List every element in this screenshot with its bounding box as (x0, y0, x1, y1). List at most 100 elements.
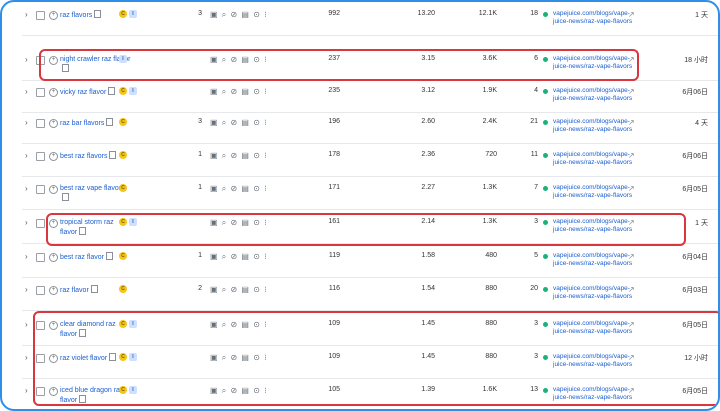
serp-doc-icon[interactable] (109, 353, 117, 361)
row-checkbox[interactable] (36, 219, 45, 228)
external-link-icon[interactable]: ↗ (628, 118, 635, 127)
cpc-value: 880 (485, 353, 497, 360)
external-link-icon[interactable]: ↗ (628, 353, 635, 362)
status-dot (543, 89, 548, 94)
expand-chevron-icon[interactable]: › (25, 118, 28, 127)
row-checkbox[interactable] (36, 119, 45, 128)
add-keyword-icon[interactable]: + (49, 119, 58, 128)
add-keyword-icon[interactable]: + (49, 219, 58, 228)
table-row[interactable]: › + raz flavors C I 3 ▣ ⌕ ⊘ ▤ ⊙ ⁝ 992 13.20 12.1K… (22, 2, 718, 36)
ranking-url-link[interactable]: vapejuice.com/blogs/vape-juice-news/raz-… (553, 55, 635, 71)
serp-doc-icon[interactable] (62, 64, 69, 72)
ranking-url-link[interactable]: vapejuice.com/blogs/vape-juice-news/raz-… (553, 87, 635, 103)
serp-doc-icon[interactable] (79, 227, 87, 235)
updated-time: 6月03日 (682, 287, 708, 294)
ranking-url-link[interactable]: vapejuice.com/blogs/vape-juice-news/raz-… (553, 285, 635, 301)
add-keyword-icon[interactable]: + (49, 152, 58, 161)
table-row[interactable]: › + clear diamond raz flavor C I ▣ ⌕ ⊘ ▤ ⊙ ⁝ 1… (22, 312, 718, 346)
row-checkbox[interactable] (36, 152, 45, 161)
row-checkbox[interactable] (36, 253, 45, 262)
row-checkbox[interactable] (36, 286, 45, 295)
table-row[interactable]: › + iced blue dragon raz flavor C I ▣ ⌕ ⊘ ▤ ⊙… (22, 378, 718, 409)
external-link-icon[interactable]: ↗ (628, 151, 635, 160)
serp-doc-icon[interactable] (79, 395, 87, 403)
keyword-text: clear diamond raz flavor (60, 321, 116, 338)
table-row[interactable]: › + raz flavor C 2 ▣ ⌕ ⊘ ▤ ⊙ ⁝ 116 1.54 880 20 vap… (22, 277, 718, 311)
external-link-icon[interactable]: ↗ (628, 10, 635, 19)
status-dot (543, 186, 548, 191)
ranking-url-link[interactable]: vapejuice.com/blogs/vape-juice-news/raz-… (553, 386, 635, 402)
add-keyword-icon[interactable]: + (49, 56, 58, 65)
row-checkbox[interactable] (36, 321, 45, 330)
rank-value: 3 (534, 353, 538, 360)
expand-chevron-icon[interactable]: › (25, 55, 28, 64)
ranking-url-link[interactable]: vapejuice.com/blogs/vape-juice-news/raz-… (553, 252, 635, 268)
expand-chevron-icon[interactable]: › (25, 320, 28, 329)
serp-doc-icon[interactable] (105, 252, 113, 260)
serp-doc-icon[interactable] (79, 329, 87, 337)
intent-informational-badge: I (129, 353, 137, 361)
expand-chevron-icon[interactable]: › (25, 252, 28, 261)
external-link-icon[interactable]: ↗ (628, 218, 635, 227)
table-row[interactable]: › + vicky raz flavor C I ▣ ⌕ ⊘ ▤ ⊙ ⁝ 235 3.12 1.… (22, 79, 718, 113)
add-keyword-icon[interactable]: + (49, 88, 58, 97)
expand-chevron-icon[interactable]: › (25, 386, 28, 395)
row-checkbox[interactable] (36, 387, 45, 396)
expand-chevron-icon[interactable]: › (25, 285, 28, 294)
table-row[interactable]: › + best raz flavor C 1 ▣ ⌕ ⊘ ▤ ⊙ ⁝ 119 1.58 480… (22, 244, 718, 278)
serp-doc-icon[interactable] (108, 87, 116, 95)
external-link-icon[interactable]: ↗ (628, 285, 635, 294)
expand-chevron-icon[interactable]: › (25, 218, 28, 227)
serp-doc-icon[interactable] (94, 10, 102, 18)
ranking-url-link[interactable]: vapejuice.com/blogs/vape-juice-news/raz-… (553, 118, 635, 134)
table-row[interactable]: › + raz bar flavors C 3 ▣ ⌕ ⊘ ▤ ⊙ ⁝ 196 2.60 2.4… (22, 110, 718, 144)
add-keyword-icon[interactable]: + (49, 387, 58, 396)
keyword-text: raz flavor (60, 287, 89, 294)
results-count: 3 (198, 118, 202, 125)
add-keyword-icon[interactable]: + (49, 253, 58, 262)
expand-chevron-icon[interactable]: › (25, 184, 28, 193)
external-link-icon[interactable]: ↗ (628, 184, 635, 193)
keyword-text: best raz flavors (60, 153, 108, 160)
ranking-url-link[interactable]: vapejuice.com/blogs/vape-juice-news/raz-… (553, 353, 635, 369)
add-keyword-icon[interactable]: + (49, 321, 58, 330)
add-keyword-icon[interactable]: + (49, 286, 58, 295)
row-checkbox[interactable] (36, 354, 45, 363)
table-row[interactable]: › + best raz flavors C 1 ▣ ⌕ ⊘ ▤ ⊙ ⁝ 178 2.36 72… (22, 143, 718, 177)
expand-chevron-icon[interactable]: › (25, 10, 28, 19)
row-checkbox[interactable] (36, 185, 45, 194)
add-keyword-icon[interactable]: + (49, 354, 58, 363)
expand-chevron-icon[interactable]: › (25, 151, 28, 160)
expand-chevron-icon[interactable]: › (25, 87, 28, 96)
keyword-text: iced blue dragon raz flavor (60, 387, 124, 404)
ranking-url-link[interactable]: vapejuice.com/blogs/vape-juice-news/raz-… (553, 10, 635, 26)
kd-value: 1.45 (421, 353, 435, 360)
table-row[interactable]: › + raz violet flavor C I ▣ ⌕ ⊘ ▤ ⊙ ⁝ 109 1.45 8… (22, 345, 718, 379)
updated-time: 6月05日 (682, 186, 708, 193)
row-checkbox[interactable] (36, 11, 45, 20)
serp-doc-icon[interactable] (90, 285, 98, 293)
ranking-url-link[interactable]: vapejuice.com/blogs/vape-juice-news/raz-… (553, 184, 635, 200)
serp-doc-icon[interactable] (62, 193, 69, 201)
updated-time: 6月05日 (682, 322, 708, 329)
ranking-url-link[interactable]: vapejuice.com/blogs/vape-juice-news/raz-… (553, 151, 635, 167)
table-row[interactable]: › + best raz vape flavors C 1 ▣ ⌕ ⊘ ▤ ⊙ ⁝ 171 2… (22, 176, 718, 210)
serp-doc-icon[interactable] (106, 118, 114, 126)
status-dot (543, 254, 548, 259)
row-checkbox[interactable] (36, 88, 45, 97)
add-keyword-icon[interactable]: + (49, 11, 58, 20)
ranking-url-link[interactable]: vapejuice.com/blogs/vape-juice-news/raz-… (553, 320, 635, 336)
serp-doc-icon[interactable] (109, 151, 117, 159)
external-link-icon[interactable]: ↗ (628, 87, 635, 96)
external-link-icon[interactable]: ↗ (628, 55, 635, 64)
ranking-url-link[interactable]: vapejuice.com/blogs/vape-juice-news/raz-… (553, 218, 635, 234)
external-link-icon[interactable]: ↗ (628, 320, 635, 329)
row-checkbox[interactable] (36, 56, 45, 65)
add-keyword-icon[interactable]: + (49, 185, 58, 194)
external-link-icon[interactable]: ↗ (628, 386, 635, 395)
table-row[interactable]: › + tropical storm raz flavor C I ▣ ⌕ ⊘ ▤ ⊙ ⁝… (22, 210, 718, 244)
table-row[interactable]: › + night crawler raz flavor I ▣ ⌕ ⊘ ▤ ⊙ ⁝ 23… (22, 47, 718, 81)
expand-chevron-icon[interactable]: › (25, 353, 28, 362)
external-link-icon[interactable]: ↗ (628, 252, 635, 261)
cpc-value: 3.6K (482, 55, 497, 62)
